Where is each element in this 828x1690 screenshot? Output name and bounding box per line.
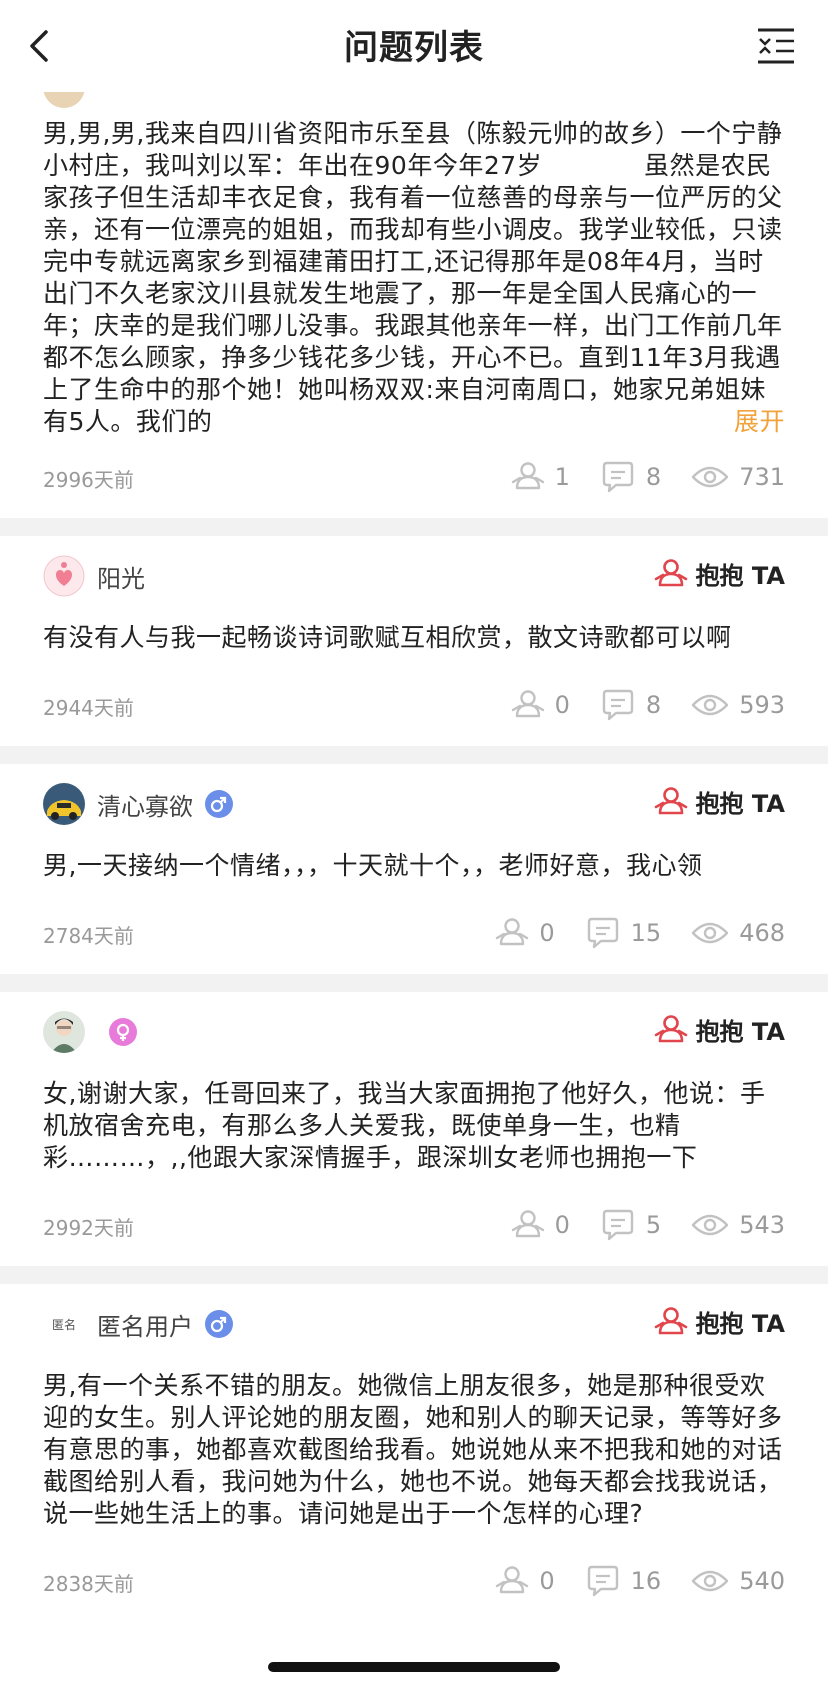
filter-button[interactable] [752, 22, 800, 70]
avatar[interactable] [43, 783, 85, 825]
divider [0, 974, 828, 992]
post-card[interactable]: 匿名 匿名用户 抱抱 TA 男,有一个关系不错的朋友。她微信上朋友很多，她是那种… [0, 1284, 828, 1622]
top-bar: 问题列表 [0, 0, 828, 92]
user-row: 阳光 抱抱 TA [43, 536, 785, 616]
post-meta: 2992天前 0 5 543 [43, 1186, 785, 1266]
filter-list-icon [758, 28, 794, 64]
expand-link[interactable]: 展开 [693, 406, 785, 438]
post-body[interactable]: 男,男,男,我来自四川省资阳市乐至县（陈毅元帅的故乡）一个宁静小村庄，我叫刘以军… [43, 118, 785, 438]
hug-label: 抱抱 TA [695, 790, 785, 818]
anonymous-avatar-text: 匿名 [51, 1317, 76, 1332]
hug-button[interactable]: 抱抱 TA [654, 556, 785, 591]
hug-count[interactable]: 0 [495, 916, 555, 950]
post-time: 2992天前 [43, 1215, 134, 1240]
hug-count[interactable]: 0 [511, 1208, 570, 1242]
hug-icon [496, 1566, 529, 1594]
hug-label: 抱抱 TA [695, 1018, 785, 1046]
hug-icon [511, 1210, 544, 1238]
username[interactable]: 清心寡欲 [97, 787, 193, 822]
post-stats: 1 8 731 [481, 460, 785, 494]
eye-icon [691, 694, 729, 716]
post-meta: 2944天前 0 8 593 [43, 666, 785, 746]
comment-count[interactable]: 5 [600, 1208, 661, 1242]
hug-icon [511, 690, 544, 718]
username[interactable]: 匿名用户 [97, 1307, 193, 1342]
avatar[interactable]: 匿名 [43, 1303, 85, 1345]
post-meta: 2838天前 0 16 540 [43, 1542, 785, 1622]
hug-icon [654, 1306, 687, 1334]
avatar[interactable] [43, 555, 85, 597]
female-icon [116, 1023, 130, 1041]
post-card[interactable]: 抱抱 TA 女,谢谢大家，任哥回来了，我当大家面拥抱了他好久，他说：手机放宿舍充… [0, 992, 828, 1266]
post-stats: 0 16 540 [465, 1564, 785, 1598]
hug-label: 抱抱 TA [695, 562, 785, 590]
post-card[interactable]: 清心寡欲 抱抱 TA 男,一天接纳一个情绪，，，十天就十个，，老师好意，我心领 … [0, 764, 828, 974]
comment-icon [587, 1565, 618, 1597]
hug-button[interactable]: 抱抱 TA [654, 1012, 785, 1047]
user-row: 抱抱 TA [43, 992, 785, 1072]
eye-icon [691, 466, 729, 488]
hug-label: 抱抱 TA [695, 1310, 785, 1338]
view-count: 468 [691, 918, 785, 948]
post-time: 2838天前 [43, 1571, 134, 1596]
comment-count[interactable]: 15 [585, 916, 661, 950]
comment-count[interactable]: 8 [600, 688, 661, 722]
hug-count[interactable]: 0 [495, 1564, 555, 1598]
user-row: 匿名 匿名用户 抱抱 TA [43, 1284, 785, 1364]
comment-icon [602, 1209, 634, 1241]
user-row: 清心寡欲 抱抱 TA [43, 764, 785, 844]
female-badge [109, 1018, 137, 1046]
post-body[interactable]: 男,有一个关系不错的朋友。她微信上朋友很多，她是那种很受欢迎的女生。别人评论她的… [43, 1364, 785, 1530]
post-stats: 0 15 468 [465, 916, 785, 950]
hug-icon [496, 918, 529, 946]
hug-icon [511, 462, 544, 490]
post-body[interactable]: 女,谢谢大家，任哥回来了，我当大家面拥抱了他好久，他说：手机放宿舍充电，有那么多… [43, 1072, 785, 1174]
hug-icon [654, 558, 687, 586]
hug-icon [654, 786, 687, 814]
hug-count[interactable]: 1 [511, 460, 570, 494]
comment-count[interactable]: 16 [585, 1564, 661, 1598]
male-icon [210, 1316, 227, 1333]
male-icon [210, 796, 227, 813]
hug-count[interactable]: 0 [511, 688, 570, 722]
view-count: 593 [691, 690, 785, 720]
post-meta: 2784天前 0 15 468 [43, 894, 785, 974]
hug-button[interactable]: 抱抱 TA [654, 1304, 785, 1339]
page-title: 问题列表 [344, 28, 484, 68]
post-time: 2784天前 [43, 923, 134, 948]
view-count: 731 [691, 462, 785, 492]
male-badge [205, 1310, 233, 1338]
eye-icon [691, 1214, 729, 1236]
post-time: 2944天前 [43, 695, 134, 720]
male-badge [205, 790, 233, 818]
hug-button[interactable]: 抱抱 TA [654, 784, 785, 819]
home-indicator[interactable] [268, 1662, 560, 1672]
post-meta: 2996天前 1 8 731 [43, 438, 785, 518]
post-card[interactable]: 阳光 抱抱 TA 有没有人与我一起畅谈诗词歌赋互相欣赏，散文诗歌都可以啊 294… [0, 536, 828, 746]
post-feed: 男,男,男,我来自四川省资阳市乐至县（陈毅元帅的故乡）一个宁静小村庄，我叫刘以军… [0, 66, 828, 1622]
comment-icon [602, 689, 634, 721]
comment-count[interactable]: 8 [600, 460, 661, 494]
post-body[interactable]: 有没有人与我一起畅谈诗词歌赋互相欣赏，散文诗歌都可以啊 [43, 616, 785, 654]
comment-icon [602, 461, 634, 493]
view-count: 540 [691, 1566, 785, 1596]
hug-icon [654, 1014, 687, 1042]
post-card[interactable]: 男,男,男,我来自四川省资阳市乐至县（陈毅元帅的故乡）一个宁静小村庄，我叫刘以军… [0, 66, 828, 518]
username[interactable]: 阳光 [97, 559, 145, 594]
post-stats: 0 5 543 [481, 1208, 785, 1242]
eye-icon [691, 922, 729, 944]
post-stats: 0 8 593 [481, 688, 785, 722]
view-count: 543 [691, 1210, 785, 1240]
post-body[interactable]: 男,一天接纳一个情绪，，，十天就十个，，老师好意，我心领 [43, 844, 785, 882]
divider [0, 1266, 828, 1284]
comment-icon [587, 917, 618, 949]
eye-icon [691, 1570, 729, 1592]
divider [0, 746, 828, 764]
post-time: 2996天前 [43, 467, 134, 492]
avatar[interactable] [43, 1011, 85, 1053]
divider [0, 518, 828, 536]
